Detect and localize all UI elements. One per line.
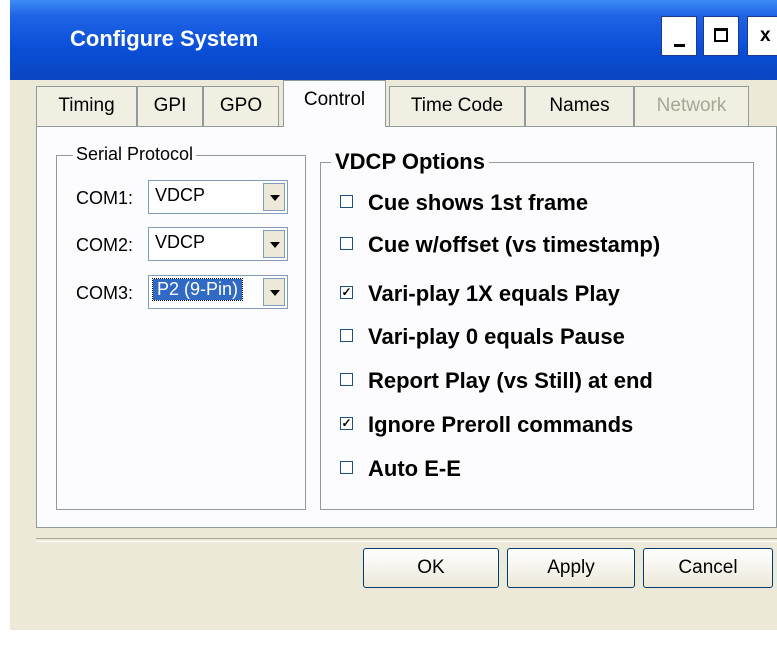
tab-names[interactable]: Names [525, 86, 634, 126]
com2-label: COM2: [76, 235, 134, 255]
chevron-down-icon [270, 290, 280, 296]
left-edge [0, 0, 10, 647]
checkmark-icon[interactable]: ✓ [340, 286, 353, 299]
title-bar[interactable]: Configure System x [10, 0, 777, 80]
com1-label: COM1: [76, 188, 134, 208]
option-label: Vari-play 1X equals Play [368, 281, 620, 306]
tab-gpi[interactable]: GPI [137, 86, 203, 126]
option-label: Cue w/offset (vs timestamp) [368, 232, 661, 257]
maximize-icon [714, 28, 728, 42]
com2-value: VDCP [155, 232, 206, 252]
checkbox-icon[interactable] [340, 195, 353, 208]
chevron-down-icon [270, 242, 280, 248]
tab-control[interactable]: Control [283, 80, 386, 127]
com1-value: VDCP [155, 185, 206, 205]
close-icon: x [760, 25, 771, 46]
com1-dropdown-button[interactable] [263, 183, 285, 211]
bottom-edge [0, 630, 777, 647]
option-label: Report Play (vs Still) at end [368, 368, 653, 393]
com2-dropdown-button[interactable] [263, 230, 285, 258]
com3-label: COM3: [76, 283, 134, 303]
serial-protocol-title: Serial Protocol [73, 144, 197, 165]
vdcp-options-title: VDCP Options [331, 149, 489, 175]
checkbox-icon[interactable] [340, 461, 353, 474]
checkmark-icon[interactable]: ✓ [340, 417, 353, 430]
com2-select[interactable]: VDCP [148, 227, 288, 261]
com3-dropdown-button[interactable] [263, 278, 285, 306]
tab-timing[interactable]: Timing [36, 86, 137, 126]
apply-button[interactable]: Apply [507, 548, 635, 588]
checkbox-icon[interactable] [340, 237, 353, 250]
minimize-button[interactable] [661, 16, 697, 56]
com3-value: P2 (9-Pin) [151, 278, 244, 301]
separator [36, 538, 777, 542]
maximize-button[interactable] [703, 16, 739, 56]
checkbox-icon[interactable] [340, 329, 353, 342]
option-label: Vari-play 0 equals Pause [368, 324, 625, 349]
option-label: Cue shows 1st frame [368, 190, 589, 215]
tab-time-code[interactable]: Time Code [389, 86, 525, 126]
chevron-down-icon [270, 195, 280, 201]
tab-gpo[interactable]: GPO [203, 86, 279, 126]
window-title: Configure System [70, 26, 259, 51]
checkbox-icon[interactable] [340, 373, 353, 386]
com3-select[interactable]: P2 (9-Pin) [148, 275, 288, 309]
ok-button[interactable]: OK [363, 548, 499, 588]
com1-select[interactable]: VDCP [148, 180, 288, 214]
tab-network: Network [634, 86, 749, 126]
minimize-icon [674, 44, 685, 47]
close-button[interactable]: x [747, 16, 777, 56]
cancel-button[interactable]: Cancel [643, 548, 773, 588]
option-label: Ignore Preroll commands [368, 412, 634, 437]
option-label: Auto E-E [368, 456, 461, 481]
